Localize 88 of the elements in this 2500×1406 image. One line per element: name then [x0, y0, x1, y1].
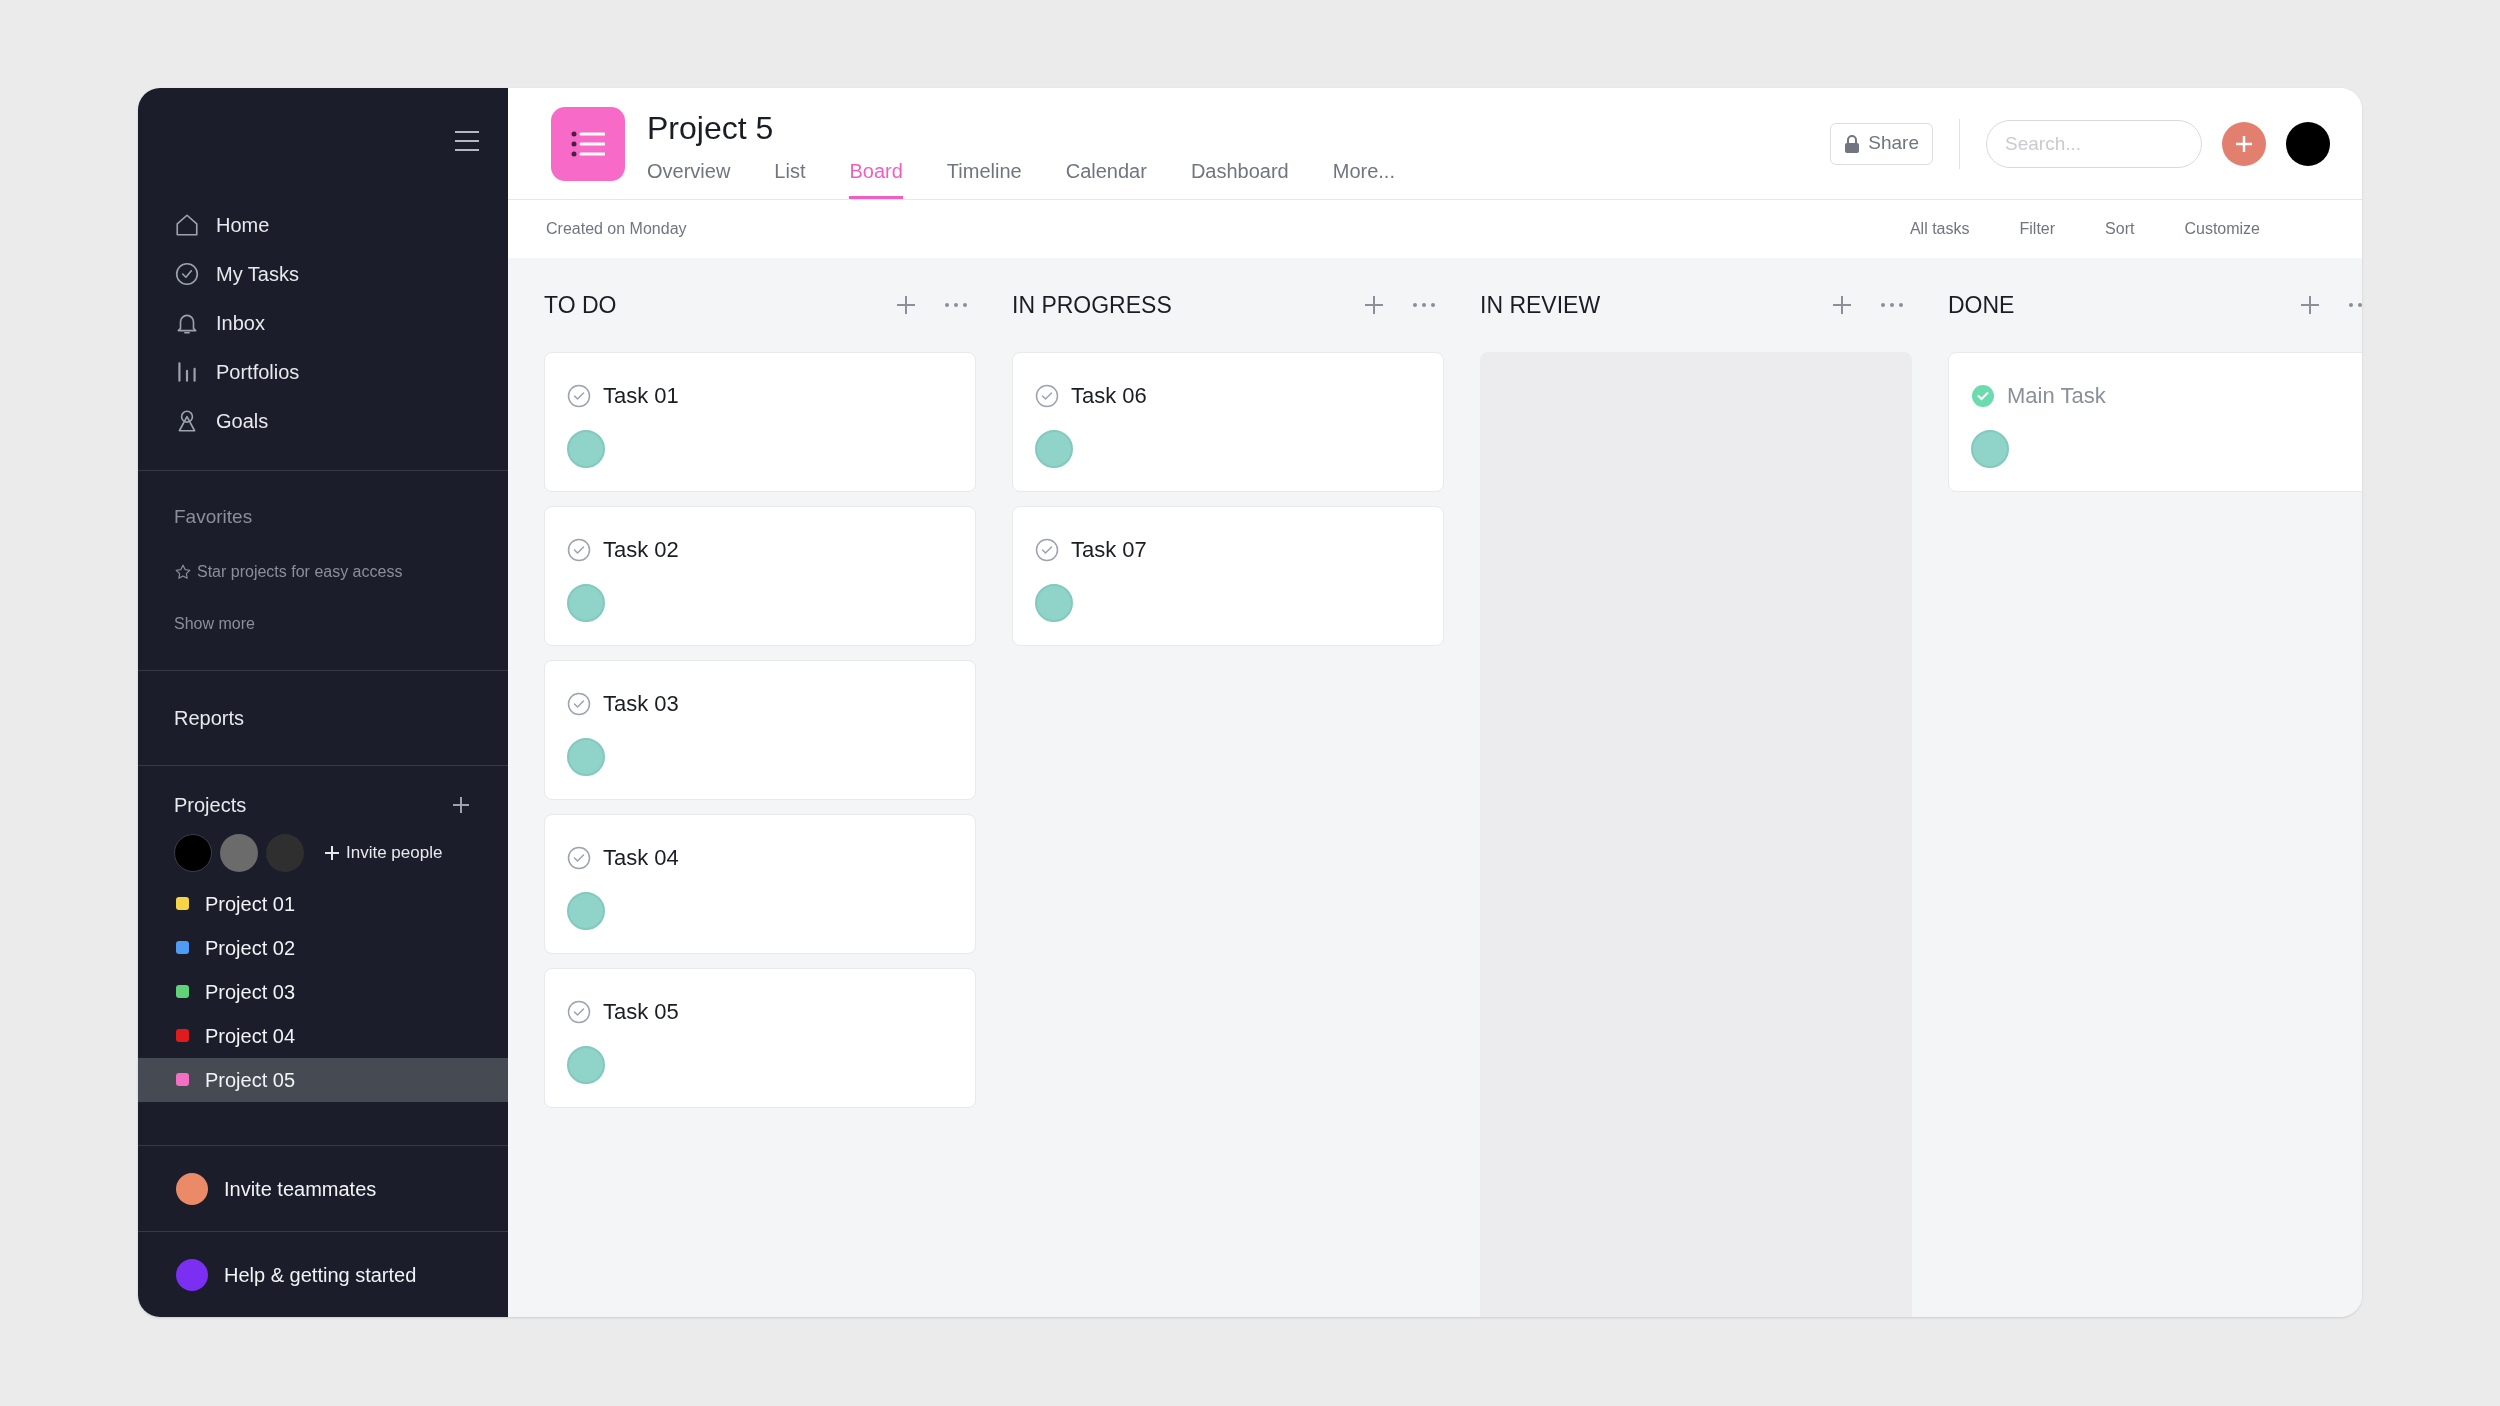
- more-icon[interactable]: [1880, 302, 1904, 308]
- task-card[interactable]: Task 07: [1012, 506, 1444, 646]
- avatar: [176, 1172, 208, 1205]
- project-title: Project 5: [647, 112, 775, 144]
- project-item[interactable]: Project 05: [138, 1057, 508, 1102]
- task-title: Task 01: [603, 382, 679, 410]
- check-circle-icon[interactable]: [567, 691, 591, 716]
- created-date: Created on Monday: [546, 219, 687, 239]
- check-circle-icon[interactable]: [567, 845, 591, 870]
- more-icon[interactable]: [1412, 302, 1436, 308]
- project-item[interactable]: Project 02: [138, 925, 508, 970]
- avatar: [567, 1046, 605, 1084]
- tab[interactable]: Overview: [647, 156, 731, 199]
- avatar: [1035, 584, 1073, 622]
- add-button[interactable]: [2222, 121, 2266, 166]
- section-title: Favorites: [174, 505, 254, 529]
- check-circle-icon[interactable]: [567, 537, 591, 562]
- tab[interactable]: Dashboard: [1190, 156, 1289, 199]
- check-circle-icon[interactable]: [1035, 537, 1059, 562]
- task-card[interactable]: Task 05: [544, 968, 976, 1108]
- nav-item[interactable]: Home: [174, 210, 508, 240]
- toolbar-action[interactable]: Filter: [2019, 217, 2056, 241]
- tab[interactable]: Calendar: [1065, 156, 1147, 199]
- plus-icon[interactable]: [896, 295, 916, 315]
- column-title: IN PROGRESS: [1012, 290, 1172, 320]
- footer-link[interactable]: Invite teammates: [138, 1145, 508, 1231]
- nav-item[interactable]: My Tasks: [174, 259, 508, 289]
- check-circle-icon: [174, 261, 200, 287]
- invite-people-button[interactable]: Invite people: [324, 839, 443, 866]
- tab[interactable]: Timeline: [946, 156, 1022, 199]
- plus-icon[interactable]: [452, 795, 470, 814]
- avatar: [567, 892, 605, 930]
- task-title: Task 02: [603, 536, 679, 564]
- toolbar-action[interactable]: All tasks: [1909, 217, 1970, 241]
- column-title: IN REVIEW: [1480, 290, 1601, 320]
- show-more-link[interactable]: Show more: [174, 611, 508, 636]
- list-icon: [571, 130, 605, 157]
- check-circle-icon[interactable]: [1035, 383, 1059, 408]
- project-item[interactable]: Project 01: [138, 881, 508, 926]
- task-card[interactable]: Task 02: [544, 506, 976, 646]
- avatar: [174, 833, 212, 872]
- avatar: [567, 584, 605, 622]
- plus-icon[interactable]: [1364, 295, 1384, 315]
- project-item[interactable]: Project 03: [138, 969, 508, 1014]
- column-title: TO DO: [544, 290, 617, 320]
- toolbar-action[interactable]: Customize: [2184, 217, 2260, 241]
- task-title: Task 06: [1071, 382, 1147, 410]
- avatar: [1971, 430, 2009, 468]
- task-card[interactable]: Task 03: [544, 660, 976, 800]
- hint-text: Star projects for easy access: [197, 561, 403, 582]
- footer-link[interactable]: Help & getting started: [138, 1231, 508, 1317]
- more-icon[interactable]: [944, 302, 968, 308]
- task-card[interactable]: Task 04: [544, 814, 976, 954]
- plus-icon[interactable]: [2300, 295, 2320, 315]
- check-circle-icon[interactable]: [567, 383, 591, 408]
- plus-icon[interactable]: [1832, 295, 1852, 315]
- toolbar-action[interactable]: Sort: [2105, 217, 2135, 241]
- lock-icon: [1844, 134, 1861, 153]
- tab[interactable]: List: [774, 156, 806, 199]
- task-title: Task 05: [603, 998, 679, 1026]
- home-icon: [174, 212, 200, 238]
- tab[interactable]: More...: [1332, 156, 1395, 199]
- avatar: [1035, 430, 1073, 468]
- section-title: Projects: [174, 792, 247, 818]
- avatar: [567, 738, 605, 776]
- user-avatar[interactable]: [2286, 121, 2330, 166]
- plus-icon: [2235, 134, 2253, 153]
- task-title: Task 04: [603, 844, 679, 872]
- column-title: DONE: [1948, 290, 2015, 320]
- avatar: [176, 1258, 208, 1291]
- menu-icon[interactable]: [454, 130, 480, 152]
- star-icon: [174, 562, 192, 581]
- check-circle-icon[interactable]: [567, 999, 591, 1024]
- task-title: Task 07: [1071, 536, 1147, 564]
- plus-icon: [324, 844, 340, 861]
- avatar: [567, 430, 605, 468]
- project-item[interactable]: Project 04: [138, 1013, 508, 1058]
- task-title: Task 03: [603, 690, 679, 718]
- task-title: Main Task: [2007, 382, 2106, 410]
- nav-item[interactable]: Goals: [174, 406, 508, 436]
- task-card[interactable]: Task 06: [1012, 352, 1444, 492]
- check-circle-icon[interactable]: [1971, 383, 1995, 408]
- share-button[interactable]: Share: [1830, 122, 1933, 165]
- avatar: [220, 833, 258, 872]
- nav-item[interactable]: Portfolios: [174, 357, 508, 387]
- reports-link[interactable]: Reports: [174, 706, 245, 729]
- task-card[interactable]: Task 01: [544, 352, 976, 492]
- nav-item[interactable]: Inbox: [174, 308, 508, 338]
